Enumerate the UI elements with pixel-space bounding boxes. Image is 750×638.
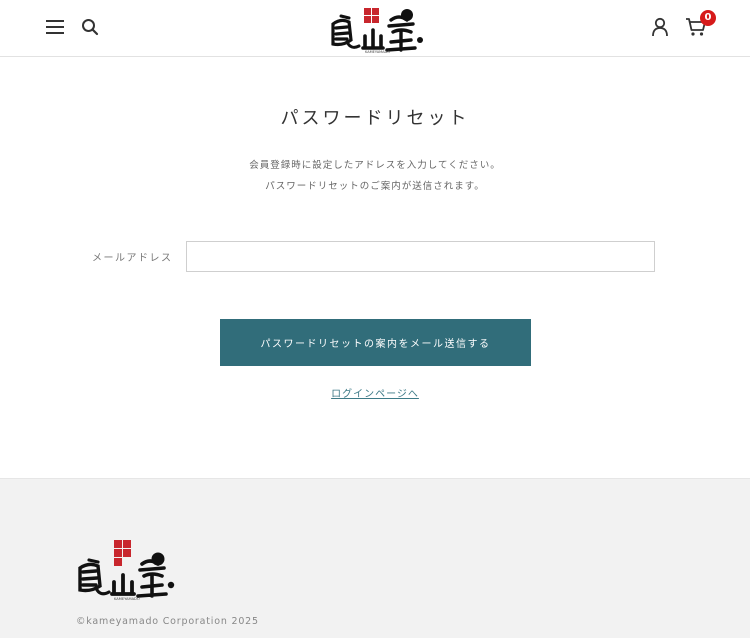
description-line-1: 会員登録時に設定したアドレスを入力してください。	[249, 160, 501, 171]
send-reset-email-button[interactable]: パスワードリセットの案内をメール送信する	[220, 319, 531, 366]
page-title: パスワードリセット	[280, 108, 470, 129]
svg-text:KAMEYAMADO: KAMEYAMADO	[365, 50, 390, 54]
site-header: KAMEYAMADO 0	[0, 0, 750, 57]
description-line-2: パスワードリセットのご案内が送信されます。	[265, 181, 485, 192]
email-field[interactable]	[186, 241, 655, 272]
footer-logo[interactable]: KAMEYAMADO	[74, 538, 176, 602]
login-page-link[interactable]: ログインページへ	[331, 389, 419, 400]
email-label: メールアドレス	[92, 253, 173, 264]
user-account-icon[interactable]	[649, 16, 671, 38]
search-icon[interactable]	[79, 16, 101, 38]
login-link-wrapper: ログインページへ	[0, 385, 750, 400]
cart-count-badge: 0	[700, 10, 716, 26]
svg-text:KAMEYAMADO: KAMEYAMADO	[114, 597, 140, 601]
hamburger-menu-icon[interactable]	[44, 16, 66, 38]
site-logo[interactable]: KAMEYAMADO	[327, 6, 425, 54]
copyright-text: ©kameyamado Corporation 2025	[76, 616, 259, 627]
